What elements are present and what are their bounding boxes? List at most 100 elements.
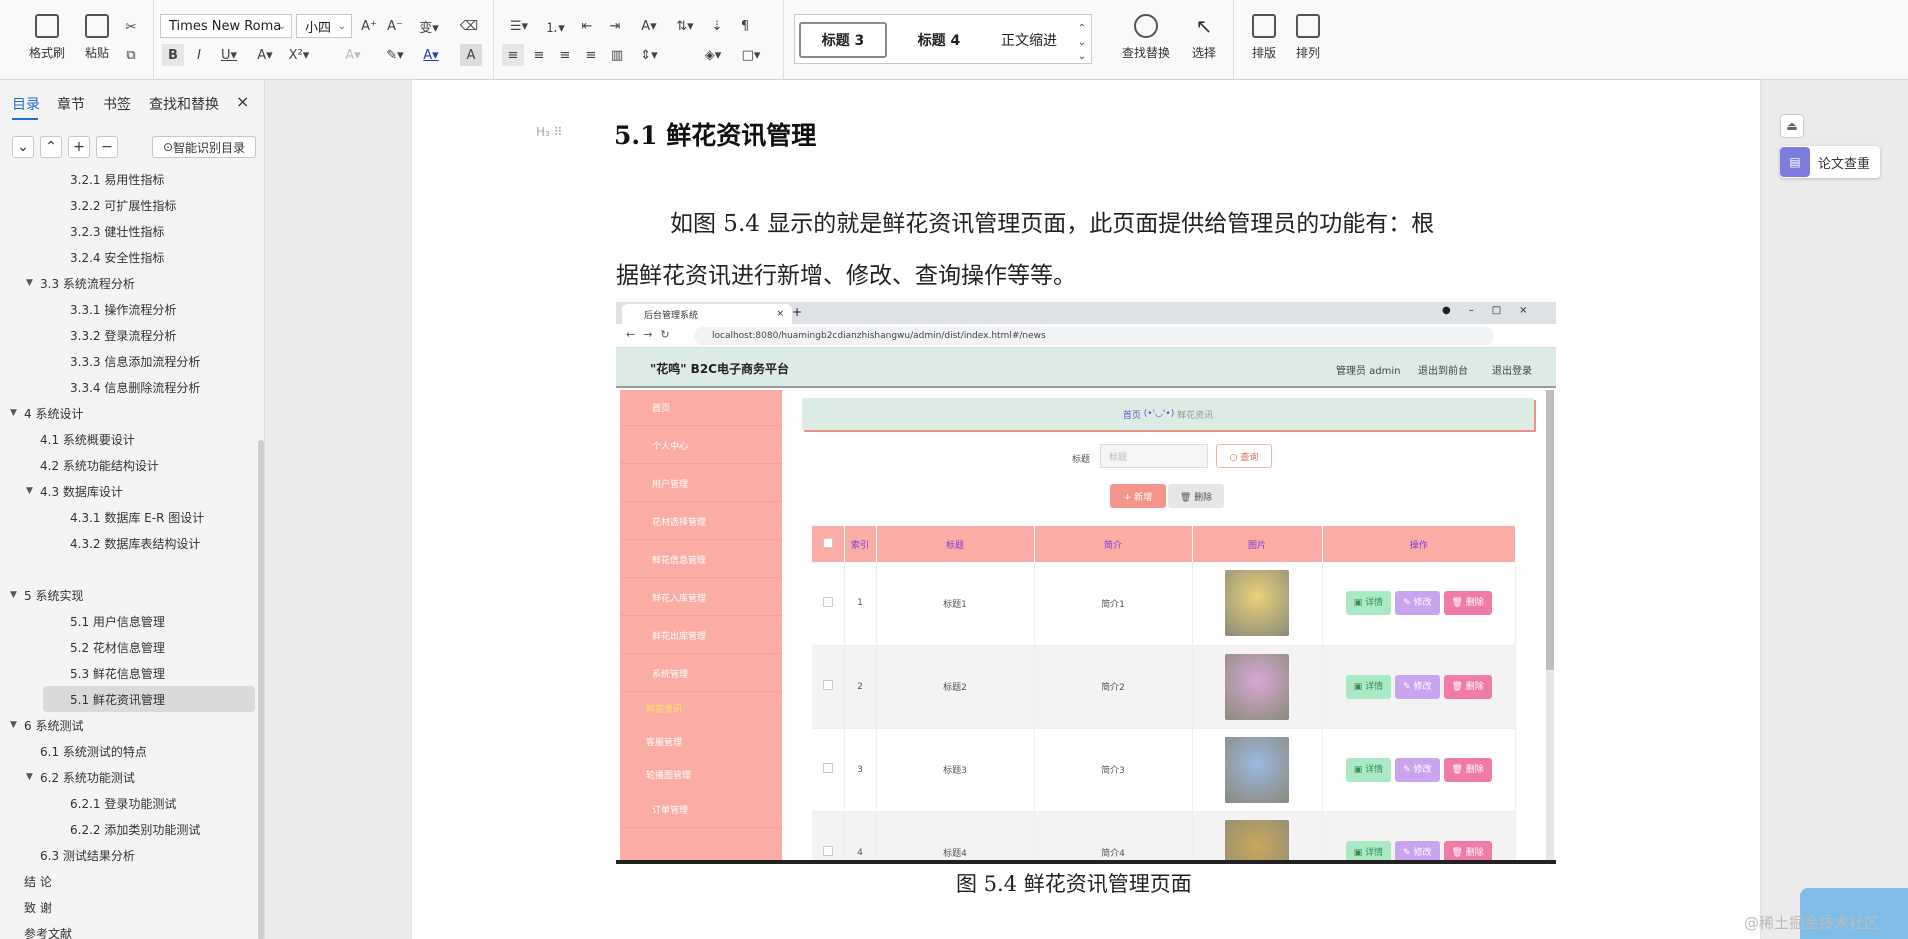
phonetic-icon[interactable]: 变▾ bbox=[414, 15, 444, 37]
expand-triangle-icon[interactable]: ▼ bbox=[26, 278, 40, 288]
outdent-icon[interactable]: ⇤ bbox=[576, 15, 598, 37]
clear-format-icon[interactable]: ⌫ bbox=[458, 15, 480, 37]
heading-marker[interactable]: H₃ ⠿ bbox=[536, 125, 562, 139]
find-replace-button[interactable]: 查找替换 bbox=[1114, 14, 1178, 61]
show-marks-icon[interactable]: ¶ bbox=[734, 15, 756, 37]
style-heading-3[interactable]: 标题 3 bbox=[799, 22, 887, 58]
strikethrough-icon[interactable]: A▾ bbox=[250, 44, 280, 66]
expand-triangle-icon[interactable]: ▼ bbox=[10, 720, 24, 730]
collapse-up-icon[interactable]: ⌃ bbox=[40, 136, 62, 158]
close-icon[interactable]: × bbox=[236, 92, 249, 111]
font-size-select[interactable]: 小四 ⌄ bbox=[296, 14, 352, 38]
toc-item[interactable]: 3.2.2 可扩展性指标 bbox=[0, 192, 260, 218]
bullet-list-icon[interactable]: ☰▾ bbox=[504, 15, 534, 37]
toc-item[interactable]: 3.3.4 信息删除流程分析 bbox=[0, 374, 260, 400]
copy-icon[interactable]: ⧉ bbox=[120, 44, 142, 66]
tab-find-replace[interactable]: 查找和替换 bbox=[149, 94, 219, 114]
smart-toc-button[interactable]: ⊙ 智能识别目录 bbox=[152, 136, 256, 158]
nav-news: 鲜花资讯 bbox=[646, 704, 683, 715]
panel-scrollbar[interactable] bbox=[258, 440, 264, 939]
arrange-button[interactable]: 排列 bbox=[1288, 14, 1328, 61]
cut-icon[interactable]: ✂ bbox=[120, 16, 142, 38]
toc-item[interactable]: 3.3.2 登录流程分析 bbox=[0, 322, 260, 348]
toc-item[interactable]: 5.1 鲜花资讯管理 bbox=[43, 686, 255, 712]
sort-icon[interactable]: ⇣ bbox=[706, 15, 728, 37]
toc-item[interactable]: 3.3.1 操作流程分析 bbox=[0, 296, 260, 322]
toc-item[interactable]: 6.2.2 添加类别功能测试 bbox=[0, 816, 260, 842]
toc-item[interactable]: 6.3 测试结果分析 bbox=[0, 842, 260, 868]
border-icon[interactable]: □▾ bbox=[736, 44, 766, 66]
toc-item[interactable]: 3.2.3 健壮性指标 bbox=[0, 218, 260, 244]
expand-triangle-icon[interactable]: ▼ bbox=[10, 590, 24, 600]
justify-icon[interactable]: ≡ bbox=[580, 44, 602, 66]
char-shading-icon[interactable]: A bbox=[460, 44, 482, 66]
toc-item[interactable]: 4.3.1 数据库 E-R 图设计 bbox=[0, 504, 260, 530]
toc-item[interactable]: ▼ 3.3 系统流程分析 bbox=[0, 270, 260, 296]
format-painter-button[interactable]: 格式刷 bbox=[24, 14, 70, 61]
italic-icon[interactable]: I bbox=[188, 44, 210, 66]
expand-styles-icon[interactable]: ⌄ bbox=[1075, 45, 1089, 67]
toc-item[interactable]: 6.1 系统测试的特点 bbox=[0, 738, 260, 764]
collapse-down-icon[interactable]: ⌄ bbox=[12, 136, 34, 158]
paste-button[interactable]: 粘贴 bbox=[74, 14, 120, 61]
shading-icon[interactable]: ◈▾ bbox=[698, 44, 728, 66]
toc-item[interactable]: 结 论 bbox=[0, 868, 260, 894]
toc-item[interactable]: ▼ 6 系统测试 bbox=[0, 712, 260, 738]
cell-index: 3 bbox=[857, 764, 863, 775]
tab-chapters[interactable]: 章节 bbox=[57, 94, 85, 114]
table-cell: 3 bbox=[844, 728, 877, 812]
toc-item[interactable]: 4.1 系统概要设计 bbox=[0, 426, 260, 452]
text-effect-icon[interactable]: A▾ bbox=[338, 44, 368, 66]
text-direction-icon[interactable]: A▾ bbox=[634, 15, 664, 37]
superscript-icon[interactable]: X²▾ bbox=[284, 44, 314, 66]
paragraph-spacing-icon[interactable]: ⇕▾ bbox=[634, 44, 664, 66]
bold-icon[interactable]: B bbox=[162, 44, 184, 66]
toc-item[interactable]: 6.2.1 登录功能测试 bbox=[0, 790, 260, 816]
distribute-icon[interactable]: ▥ bbox=[606, 44, 628, 66]
toc-item[interactable]: 致 谢 bbox=[0, 894, 260, 920]
underline-icon[interactable]: U▾ bbox=[214, 44, 244, 66]
shrink-font-icon[interactable]: A⁻ bbox=[384, 15, 406, 37]
highlight-icon[interactable]: ✎▾ bbox=[380, 44, 410, 66]
toc-item[interactable]: 5.2 花材信息管理 bbox=[0, 634, 260, 660]
toc-item[interactable]: ▼ 4.3 数据库设计 bbox=[0, 478, 260, 504]
toc-item[interactable]: 4.3.2 数据库表结构设计 bbox=[0, 530, 260, 556]
font-color-icon[interactable]: A▾ bbox=[416, 44, 446, 66]
expand-triangle-icon[interactable]: ▼ bbox=[10, 408, 24, 418]
paper-check-button[interactable]: ▤ 论文查重 bbox=[1780, 146, 1880, 178]
collapse-sidebar-icon[interactable]: ⏏ bbox=[1780, 114, 1804, 138]
align-center-icon[interactable]: ≡ bbox=[528, 44, 550, 66]
indent-icon[interactable]: ⇥ bbox=[604, 15, 626, 37]
toc-item[interactable]: ▼ 4 系统设计 bbox=[0, 400, 260, 426]
toc-item[interactable]: 4.2 系统功能结构设计 bbox=[0, 452, 260, 478]
expand-triangle-icon[interactable]: ▼ bbox=[26, 772, 40, 782]
grow-font-icon[interactable]: A⁺ bbox=[358, 15, 380, 37]
nav-home: 首页 bbox=[620, 390, 782, 426]
toc-item[interactable]: 参考文献 bbox=[0, 920, 260, 939]
style-heading-4[interactable]: 标题 4 bbox=[895, 22, 983, 58]
toc-item[interactable]: 5.1 用户信息管理 bbox=[0, 608, 260, 634]
numbered-list-icon[interactable]: ⒈▾ bbox=[540, 15, 570, 37]
remove-level-icon[interactable]: − bbox=[96, 136, 118, 158]
detail-button: ▣ 详情 bbox=[1345, 757, 1392, 782]
align-right-icon[interactable]: ≡ bbox=[554, 44, 576, 66]
toc-item-label: 3.3.1 操作流程分析 bbox=[70, 302, 177, 317]
line-spacing-icon[interactable]: ⇅▾ bbox=[670, 15, 700, 37]
toc-item[interactable]: ▼ 6.2 系统功能测试 bbox=[0, 764, 260, 790]
add-level-icon[interactable]: + bbox=[68, 136, 90, 158]
layout-button[interactable]: 排版 bbox=[1244, 14, 1284, 61]
tab-bookmarks[interactable]: 书签 bbox=[103, 94, 131, 114]
toc-item[interactable]: 3.2.1 易用性指标 bbox=[0, 166, 260, 192]
align-left-icon[interactable]: ≡ bbox=[502, 44, 524, 66]
toc-item[interactable]: 3.2.4 安全性指标 bbox=[0, 244, 260, 270]
select-button[interactable]: ↖ 选择 bbox=[1182, 14, 1226, 61]
toc-item[interactable] bbox=[0, 556, 260, 582]
toc-item[interactable]: 3.3.3 信息添加流程分析 bbox=[0, 348, 260, 374]
browser-tabbar: 后台管理系统 × + ●–□× bbox=[616, 302, 1556, 324]
tab-toc[interactable]: 目录 bbox=[12, 94, 40, 114]
style-body-indent[interactable]: 正文缩进 bbox=[985, 22, 1073, 58]
font-name-select[interactable]: Times New Roma ⌄ bbox=[160, 14, 292, 38]
toc-item[interactable]: ▼ 5 系统实现 bbox=[0, 582, 260, 608]
expand-triangle-icon[interactable]: ▼ bbox=[26, 486, 40, 496]
toc-item[interactable]: 5.3 鲜花信息管理 bbox=[0, 660, 260, 686]
